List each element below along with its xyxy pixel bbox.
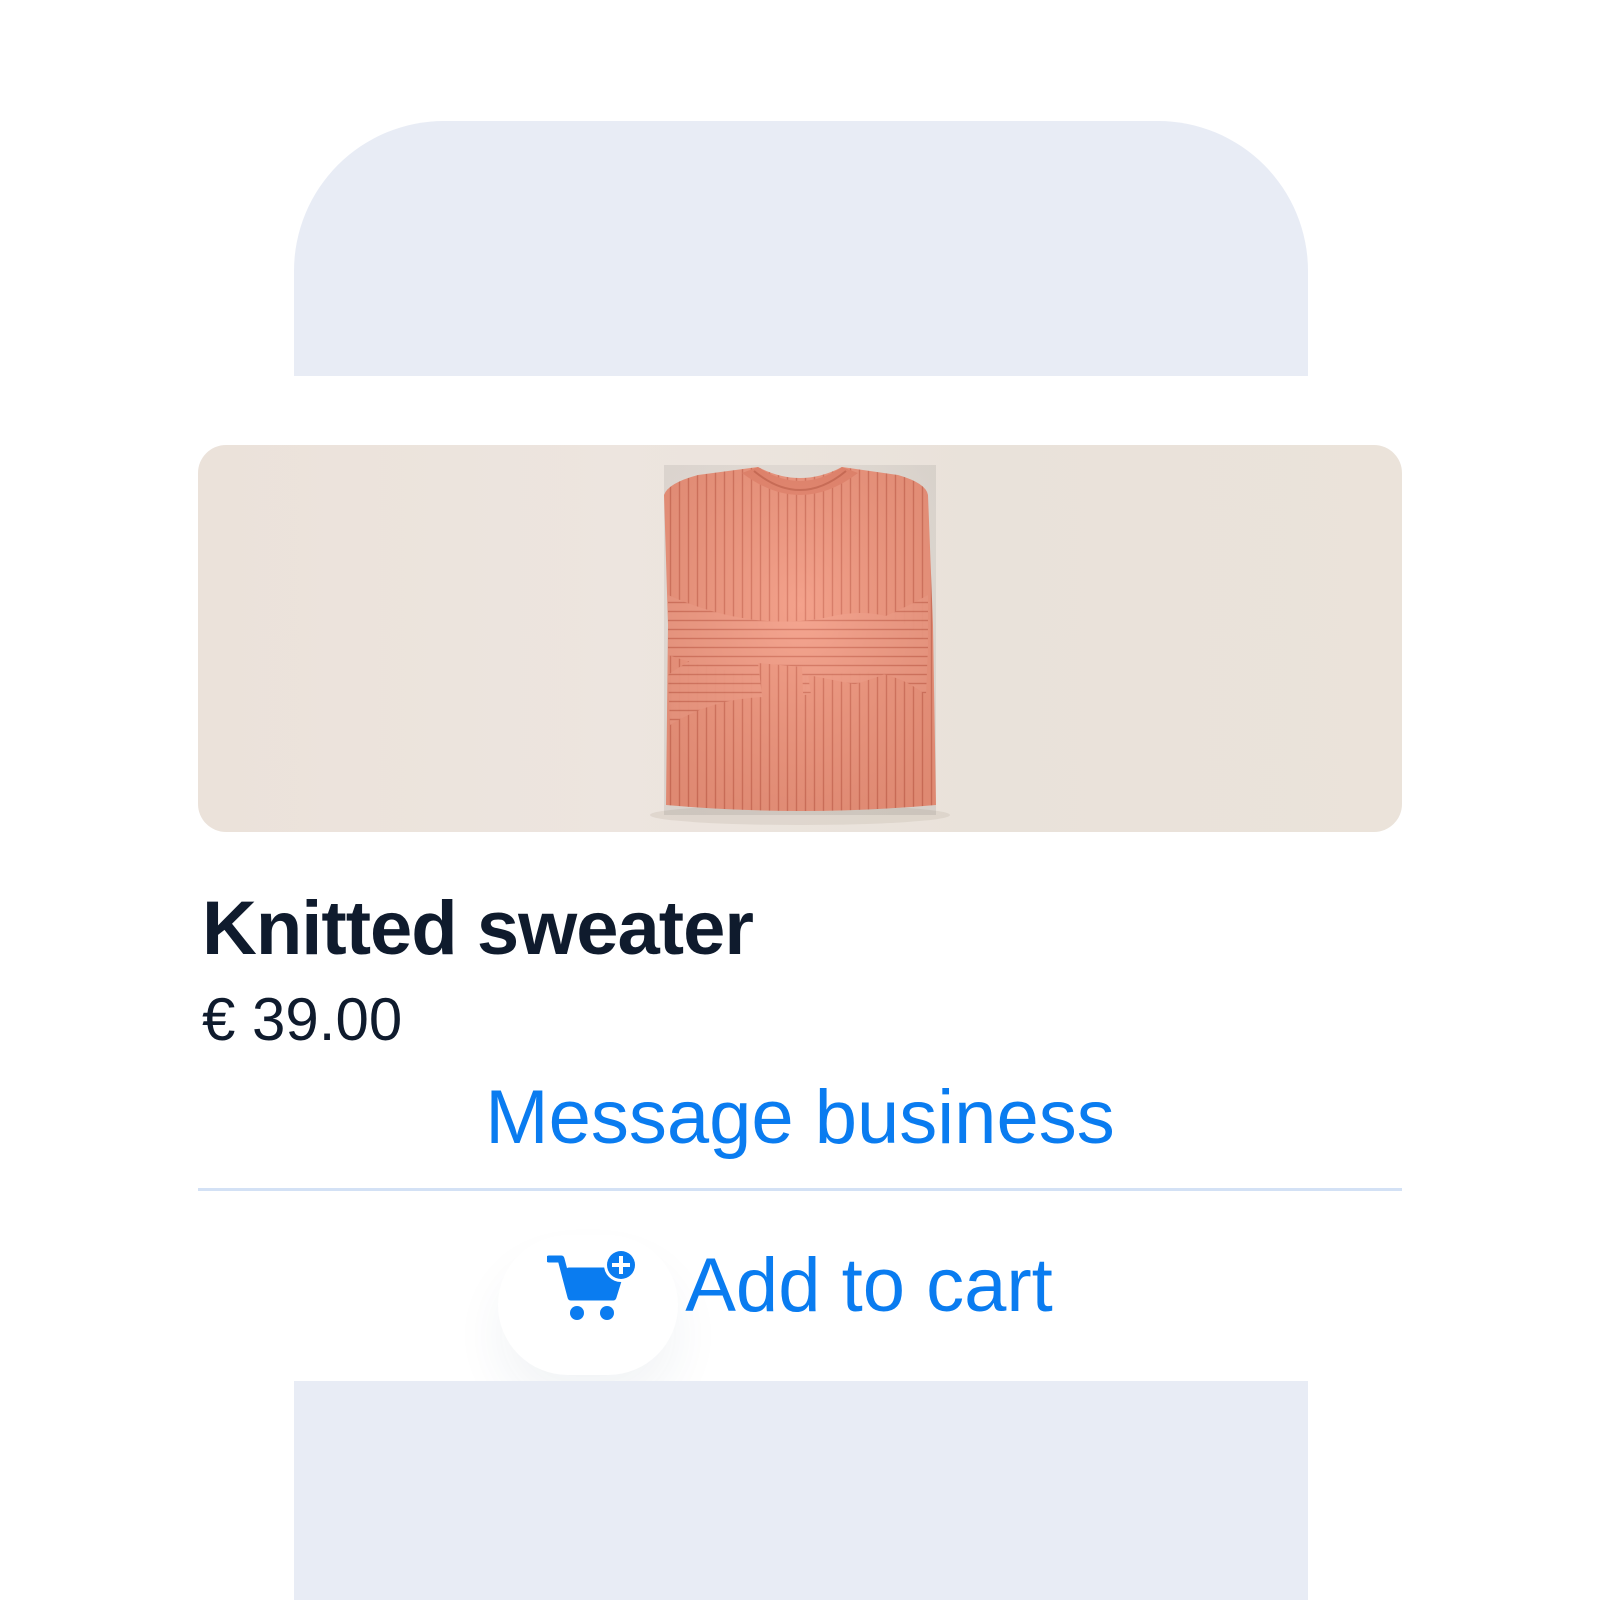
sweater-image: [650, 465, 950, 825]
phone-frame-bottom: [294, 1381, 1308, 1600]
product-title: Knitted sweater: [202, 886, 754, 971]
cart-plus-icon: [545, 1247, 639, 1323]
divider: [198, 1188, 1402, 1191]
add-to-cart-button[interactable]: Add to cart: [198, 1225, 1402, 1345]
product-price: € 39.00: [202, 986, 403, 1053]
page: Knitted sweater € 39.00 Message business…: [0, 0, 1600, 1600]
add-to-cart-label: Add to cart: [685, 1242, 1053, 1328]
message-business-button[interactable]: Message business: [198, 1067, 1402, 1167]
product-card: Knitted sweater € 39.00 Message business…: [198, 445, 1402, 1445]
product-image[interactable]: [198, 445, 1402, 832]
phone-frame-top: [294, 121, 1308, 376]
